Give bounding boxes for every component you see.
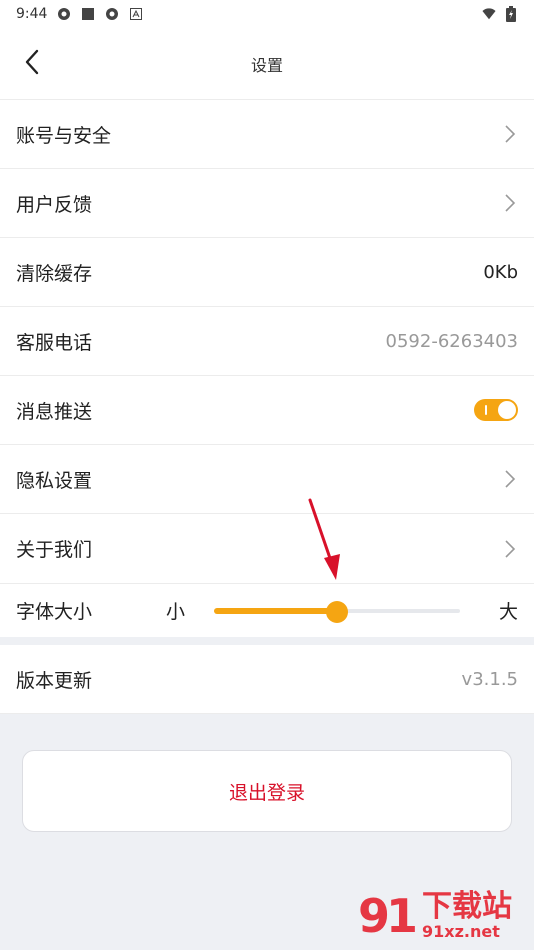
version-value: v3.1.5 — [461, 668, 518, 690]
row-label: 版本更新 — [16, 669, 93, 692]
settings-row-version-update[interactable]: 版本更新 v3.1.5 — [0, 645, 534, 714]
font-size-row: 字体大小 小 大 — [0, 583, 534, 637]
font-size-label: 字体大小 — [16, 601, 93, 623]
letter-a-icon — [129, 7, 143, 21]
chevron-left-icon — [24, 49, 40, 79]
row-label: 消息推送 — [16, 400, 93, 423]
header: 9:44 设置 — [0, 0, 534, 100]
settings-list: 账号与安全 用户反馈 清除缓存 0Kb 客服电话 0592-6263403 消息… — [0, 100, 534, 583]
annotation-arrow — [308, 498, 340, 580]
slider-fill — [214, 607, 337, 614]
watermark-logo: 91 — [358, 889, 418, 943]
settings-row-account-security[interactable]: 账号与安全 — [0, 100, 534, 169]
chevron-right-icon — [502, 193, 518, 213]
row-label: 关于我们 — [16, 539, 93, 561]
settings-row-feedback[interactable]: 用户反馈 — [0, 169, 534, 238]
status-bar: 9:44 — [0, 0, 534, 28]
push-notification-toggle[interactable] — [474, 399, 518, 421]
settings-row-about[interactable]: 关于我们 — [0, 514, 534, 583]
font-size-slider[interactable] — [214, 600, 460, 623]
slider-thumb[interactable] — [326, 600, 348, 623]
chevron-right-icon — [502, 539, 518, 559]
battery-icon — [504, 6, 518, 22]
phone-number-value: 0592-6263403 — [385, 330, 518, 352]
aperture-icon — [105, 7, 119, 21]
watermark: 91 下载站 91xz.net — [358, 888, 528, 944]
settings-row-clear-cache[interactable]: 清除缓存 0Kb — [0, 238, 534, 307]
row-label: 隐私设置 — [16, 469, 93, 492]
font-size-small-label: 小 — [166, 601, 186, 623]
toggle-on-indicator — [485, 405, 487, 415]
nav-bar: 设置 — [0, 28, 534, 100]
row-label: 客服电话 — [16, 331, 93, 354]
font-size-large-label: 大 — [498, 601, 518, 623]
watermark-url: 91xz.net — [422, 922, 500, 941]
settings-row-service-phone[interactable]: 客服电话 0592-6263403 — [0, 307, 534, 376]
section-divider — [0, 637, 534, 645]
row-label: 清除缓存 — [16, 262, 93, 285]
status-time: 9:44 — [16, 6, 48, 22]
settings-row-privacy[interactable]: 隐私设置 — [0, 445, 534, 514]
page-title: 设置 — [250, 55, 283, 75]
aperture-icon — [57, 7, 71, 21]
watermark-name: 下载站 — [422, 889, 512, 924]
chevron-right-icon — [502, 469, 518, 489]
row-label: 用户反馈 — [16, 193, 93, 216]
cache-size-value: 0Kb — [483, 261, 518, 283]
chevron-right-icon — [502, 124, 518, 144]
back-button[interactable] — [14, 44, 50, 84]
settings-row-push-notifications: 消息推送 — [0, 376, 534, 445]
toggle-knob — [498, 401, 516, 419]
row-label: 账号与安全 — [16, 124, 112, 147]
logout-button[interactable]: 退出登录 — [22, 750, 512, 832]
square-icon — [81, 7, 95, 21]
wifi-icon — [482, 7, 496, 21]
